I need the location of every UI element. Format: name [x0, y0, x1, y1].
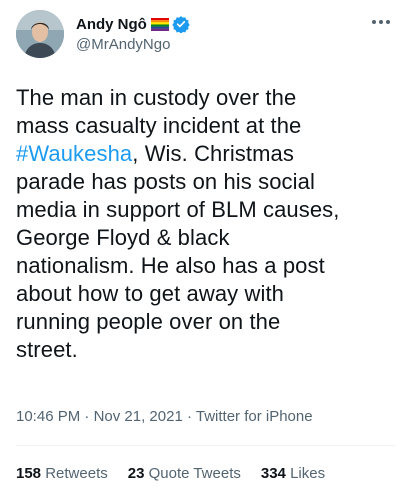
more-options-icon[interactable]	[369, 12, 393, 32]
retweets-stat[interactable]: 158 Retweets	[16, 465, 108, 482]
tweet-line: mass casualty incident at the	[16, 113, 302, 138]
tweet-line: parade has posts on his social	[16, 169, 315, 194]
tweet-line: running people over on the	[16, 309, 281, 334]
tweet-time[interactable]: 10:46 PM	[16, 408, 80, 425]
meta-separator: ·	[80, 408, 94, 425]
tweet-line: George Floyd & black	[16, 225, 230, 250]
quote-tweets-stat[interactable]: 23 Quote Tweets	[128, 465, 241, 482]
author-handle[interactable]: @MrAndyNgo	[76, 36, 170, 53]
divider	[16, 445, 395, 446]
tweet-text: The man in custody over the mass casualt…	[16, 84, 396, 364]
quote-tweets-label: Quote Tweets	[148, 465, 241, 482]
quote-tweets-count: 23	[127, 465, 145, 482]
author-name-row: Andy Ngô	[76, 14, 190, 34]
retweets-count: 158	[16, 465, 42, 482]
likes-stat[interactable]: 334 Likes	[261, 465, 325, 482]
tweet-metadata: 10:46 PM · Nov 21, 2021 · Twitter for iP…	[16, 408, 313, 425]
tweet-date[interactable]: Nov 21, 2021	[94, 408, 183, 425]
tweet-line: The man in custody over the	[16, 85, 297, 110]
likes-count: 334	[260, 465, 286, 482]
person-avatar-icon	[16, 10, 64, 58]
likes-label: Likes	[290, 465, 326, 482]
engagement-stats: 158 Retweets 23 Quote Tweets 334 Likes	[16, 465, 345, 482]
author-display-name[interactable]: Andy Ngô	[76, 16, 147, 33]
tweet-line: about how to get away with	[16, 281, 284, 306]
avatar[interactable]	[16, 10, 64, 58]
hashtag-link[interactable]: #Waukesha	[16, 141, 132, 166]
verified-badge-icon	[172, 15, 190, 34]
retweets-label: Retweets	[45, 465, 108, 482]
tweet-line: street.	[16, 337, 78, 362]
meta-separator: ·	[182, 408, 196, 425]
tweet-line: #Waukesha, Wis. Christmas	[16, 141, 294, 166]
tweet-line: nationalism. He also has a post	[16, 253, 325, 278]
rainbow-flag-icon	[150, 17, 169, 31]
tweet-source[interactable]: Twitter for iPhone	[196, 408, 313, 425]
tweet-line: media in support of BLM causes,	[16, 197, 340, 222]
tweet: Andy Ngô @MrAndyNgo The man in custody o…	[0, 0, 411, 500]
